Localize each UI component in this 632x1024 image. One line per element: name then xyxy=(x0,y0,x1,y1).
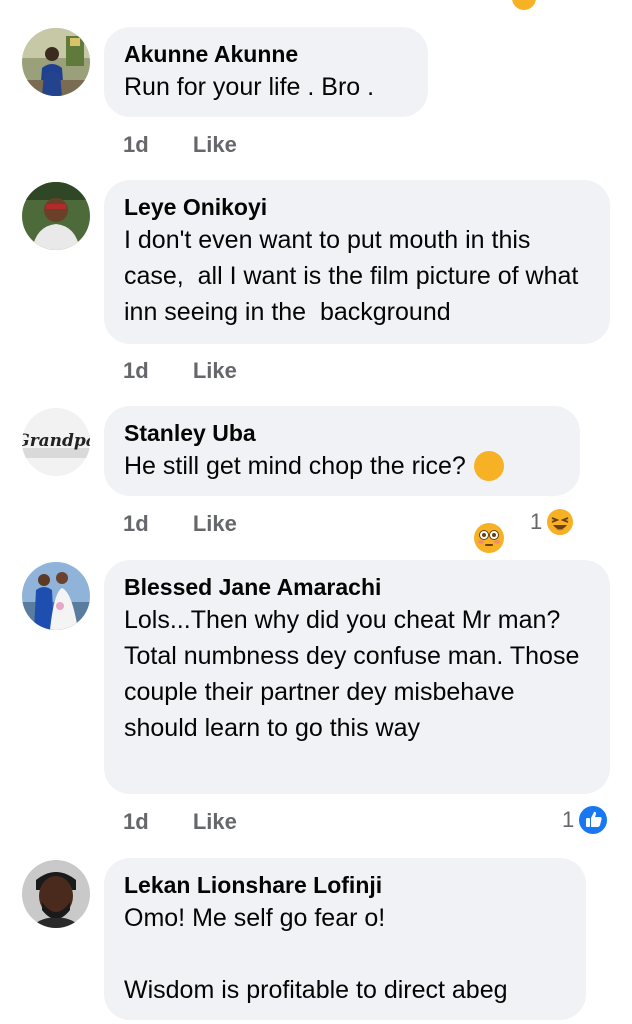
reaction-summary[interactable]: 1 xyxy=(530,507,576,537)
comment-text-content: He still get mind chop the rice? xyxy=(124,452,466,480)
comment-text: Run for your life . Bro . xyxy=(124,73,375,101)
comment-time[interactable]: 1d xyxy=(123,809,149,834)
avatar[interactable] xyxy=(22,28,90,96)
emoji-reaction-icon xyxy=(512,0,536,10)
like-thumb-icon xyxy=(577,804,610,836)
comment-bubble: Akunne Akunne Run for your life . Bro . xyxy=(104,27,428,117)
comment-time[interactable]: 1d xyxy=(123,358,149,383)
avatar-photo-icon xyxy=(22,860,90,928)
comment-bubble: Leye Onikoyi I don't even want to put mo… xyxy=(104,180,610,344)
like-button[interactable]: Like xyxy=(193,358,237,383)
comment-bubble: Stanley Uba He still get mind chop the r… xyxy=(104,406,580,553)
like-button[interactable]: Like xyxy=(193,511,237,536)
reaction-count: 1 xyxy=(562,807,575,832)
comment-text: Omo! Me self go fear o! Wisdom is profit… xyxy=(124,904,508,1004)
comment-meta: 1d Like xyxy=(123,132,275,158)
avatar-logo-icon: Grandpa xyxy=(22,408,90,476)
comment-bubble: Lekan Lionshare Lofinji Omo! Me self go … xyxy=(104,858,586,1020)
avatar[interactable]: Grandpa xyxy=(22,408,90,476)
avatar-photo-icon xyxy=(22,562,90,630)
commenter-name[interactable]: Akunne Akunne xyxy=(124,39,408,69)
like-button[interactable]: Like xyxy=(193,809,237,834)
commenter-name[interactable]: Blessed Jane Amarachi xyxy=(124,572,590,602)
comment-meta: 1d Like xyxy=(123,809,275,835)
laughing-emoji-icon xyxy=(545,507,576,537)
reaction-summary[interactable]: 1 xyxy=(562,804,610,836)
comment-text: I don't even want to put mouth in this c… xyxy=(124,226,586,326)
commenter-name[interactable]: Lekan Lionshare Lofinji xyxy=(124,870,566,900)
avatar[interactable] xyxy=(22,562,90,630)
flushed-emoji-icon xyxy=(473,451,504,553)
comment-text: Lols...Then why did you cheat Mr man? To… xyxy=(124,606,587,742)
avatar-photo-icon xyxy=(22,28,90,96)
avatar[interactable] xyxy=(22,860,90,928)
comment-text: He still get mind chop the rice? xyxy=(124,448,560,553)
reaction-count: 1 xyxy=(530,509,543,534)
comment-time[interactable]: 1d xyxy=(123,511,149,536)
comment-bubble: Blessed Jane Amarachi Lols...Then why di… xyxy=(104,560,610,794)
commenter-name[interactable]: Leye Onikoyi xyxy=(124,192,590,222)
comment-meta: 1d Like xyxy=(123,511,275,537)
like-button[interactable]: Like xyxy=(193,132,237,157)
commenter-name[interactable]: Stanley Uba xyxy=(124,418,560,448)
avatar-photo-icon xyxy=(22,182,90,250)
avatar[interactable] xyxy=(22,182,90,250)
comment-time[interactable]: 1d xyxy=(123,132,149,157)
svg-text:Grandpa: Grandpa xyxy=(22,431,90,451)
comment-meta: 1d Like xyxy=(123,358,275,384)
